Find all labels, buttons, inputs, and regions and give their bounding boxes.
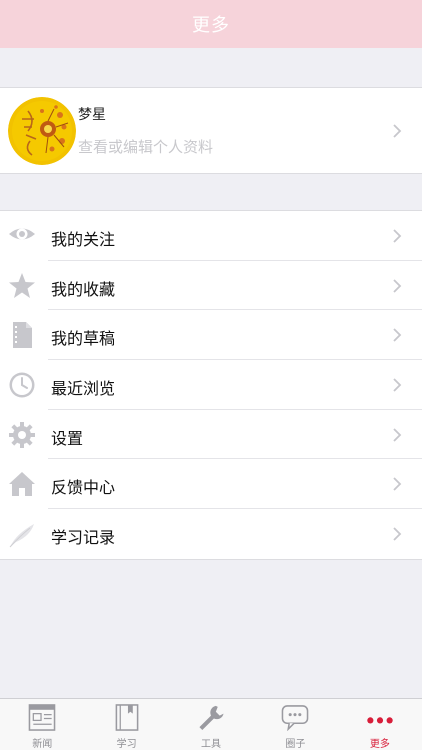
page-title: 更多 [192, 15, 230, 36]
tab-tools[interactable]: 工具 [169, 699, 253, 750]
chevron-right-icon [393, 428, 402, 442]
news-icon [28, 704, 56, 731]
more-dots-icon [367, 717, 393, 724]
tab-label: 更多 [369, 739, 390, 750]
draft-icon [13, 322, 32, 349]
menu-item-label: 我的关注 [51, 230, 116, 249]
menu-item-label: 最近浏览 [51, 379, 116, 399]
tab-more[interactable]: 更多 [338, 699, 422, 750]
chevron-right-icon [393, 328, 402, 343]
home-icon [9, 472, 35, 497]
profile-row[interactable]: 梦星 查看或编辑个人资料 [0, 87, 422, 174]
tab-study[interactable]: 学习 [84, 699, 168, 750]
wrench-icon [199, 705, 224, 731]
chat-bubble-icon [282, 705, 309, 731]
book-icon [115, 704, 138, 731]
tab-circle[interactable]: 圈子 [253, 699, 337, 750]
menu-item-drafts[interactable]: 我的草稿 [0, 310, 422, 360]
feather-icon [9, 524, 34, 548]
tab-label: 圈子 [285, 739, 306, 750]
avatar-image [8, 97, 76, 165]
chevron-right-icon [393, 279, 402, 293]
menu-item-feedback[interactable]: 反馈中心 [0, 459, 422, 509]
tab-label: 新闻 [32, 739, 53, 750]
menu-item-favorites[interactable]: 我的收藏 [0, 261, 422, 311]
chevron-right-icon [393, 477, 402, 492]
top-nav-bar: 更多 [0, 0, 422, 48]
menu-item-following[interactable]: 我的关注 [0, 211, 422, 261]
star-icon [9, 272, 35, 298]
menu-item-recent[interactable]: 最近浏览 [0, 360, 422, 410]
gear-icon [9, 421, 35, 448]
menu-item-label: 我的收藏 [51, 279, 116, 299]
menu-item-label: 反馈中心 [51, 478, 116, 498]
chevron-right-icon [393, 124, 402, 138]
tab-label: 工具 [201, 739, 222, 750]
clock-icon [9, 372, 35, 398]
settings-menu-list: 我的关注 我的收藏 我的草稿 最近浏览 设置 反馈中心 学习记录 [0, 210, 422, 560]
tab-news[interactable]: 新闻 [0, 699, 84, 750]
chevron-right-icon [393, 229, 402, 243]
menu-item-settings[interactable]: 设置 [0, 410, 422, 460]
chevron-right-icon [393, 527, 402, 541]
menu-item-study-record[interactable]: 学习记录 [0, 509, 422, 559]
profile-subtitle: 查看或编辑个人资料 [78, 138, 214, 156]
menu-item-label: 我的草稿 [51, 329, 116, 349]
menu-item-label: 设置 [51, 428, 84, 448]
profile-name: 梦星 [78, 107, 106, 123]
tab-label: 学习 [116, 739, 137, 750]
menu-item-label: 学习记录 [51, 528, 116, 548]
chevron-right-icon [393, 378, 402, 392]
avatar[interactable] [8, 97, 76, 165]
bottom-tab-bar: 新闻 学习 工具 圈子 更多 [0, 698, 422, 750]
eye-icon [9, 228, 35, 240]
